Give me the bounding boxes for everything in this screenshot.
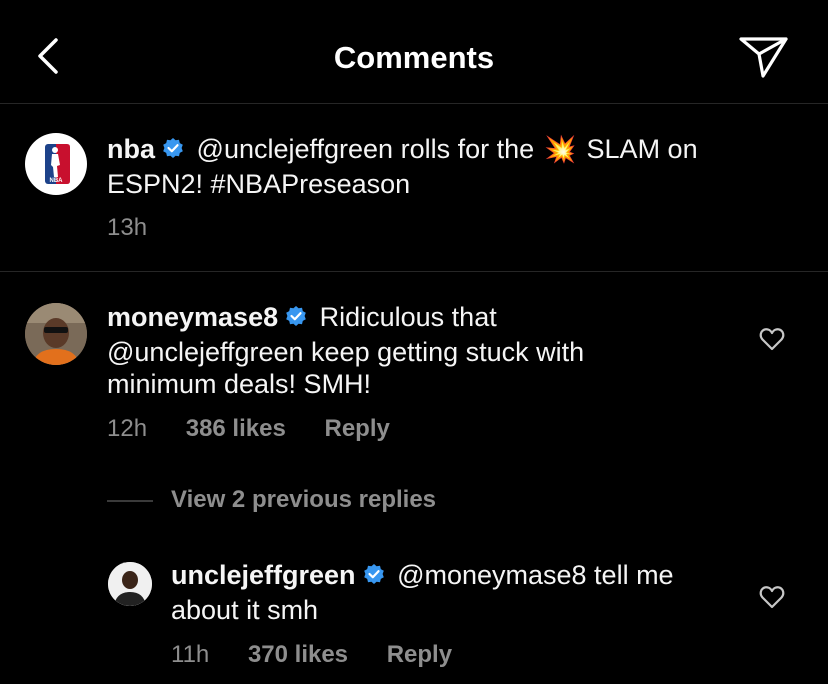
view-replies-label: View 2 previous replies	[171, 486, 437, 513]
comments-screen: Comments NBA nba @unclejeffgreen rolls f…	[0, 0, 828, 684]
header: Comments	[0, 0, 828, 104]
verified-badge-icon	[362, 562, 386, 594]
paper-plane-icon	[739, 37, 788, 78]
caption-timestamp: 13h	[107, 214, 148, 241]
caption-text-line2: ESPN2! #NBAPreseason	[107, 169, 411, 199]
comment-meta: 12h 386 likes Reply	[107, 415, 422, 443]
comment-username[interactable]: moneymase8	[107, 302, 278, 332]
like-comment-button[interactable]	[759, 327, 785, 351]
verified-badge-icon	[284, 304, 308, 336]
comment-text-line1: Ridiculous that	[319, 302, 497, 332]
reply-likes[interactable]: 370 likes	[248, 641, 348, 668]
verified-badge-icon	[161, 136, 185, 168]
avatar-nba[interactable]: NBA	[25, 133, 87, 195]
caption-text-part1: rolls for the	[400, 134, 535, 164]
caption-meta: 13h	[107, 214, 179, 242]
reply-username[interactable]: unclejeffgreen	[171, 560, 356, 590]
replies-line	[107, 499, 153, 502]
share-button[interactable]	[738, 34, 790, 80]
comment-timestamp: 12h	[107, 415, 148, 442]
comment-likes[interactable]: 386 likes	[186, 415, 286, 442]
like-reply-button[interactable]	[759, 585, 785, 609]
caption-username[interactable]: nba	[107, 134, 155, 164]
comment-reply-button[interactable]: Reply	[324, 415, 389, 442]
caption-text-part2: SLAM on	[586, 134, 698, 164]
reply-text-line1: @moneymase8 tell me	[397, 560, 674, 590]
nba-logo-icon: NBA	[45, 144, 70, 184]
profile-photo-icon	[108, 562, 152, 606]
view-previous-replies[interactable]: View 2 previous replies	[107, 486, 436, 514]
avatar-unclejeffgreen[interactable]	[108, 562, 152, 606]
heart-icon	[759, 586, 785, 609]
page-title: Comments	[333, 40, 495, 75]
caption-mention[interactable]: @unclejeffgreen	[197, 134, 394, 164]
heart-icon	[759, 328, 785, 351]
comment-text-line3: minimum deals! SMH!	[107, 369, 372, 399]
reply-meta: 11h 370 likes Reply	[171, 641, 484, 669]
svg-text:NBA: NBA	[50, 178, 64, 184]
profile-photo-icon	[25, 303, 87, 365]
comment-text-line2: @unclejeffgreen keep getting stuck with	[107, 337, 585, 367]
caption-text: nba @unclejeffgreen rolls for the 💥 SLAM o…	[107, 133, 787, 200]
reply-timestamp: 11h	[171, 641, 210, 668]
avatar-moneymase8[interactable]	[25, 303, 87, 365]
comment-text: moneymase8 Ridiculous that @unclejeffgre…	[107, 301, 727, 400]
collision-emoji: 💥	[544, 134, 577, 164]
reply-text-line2: about it smh	[171, 595, 319, 625]
reply-text: unclejeffgreen @moneymase8 tell me about…	[171, 559, 731, 626]
divider	[0, 271, 828, 272]
reply-reply-button[interactable]: Reply	[387, 641, 452, 668]
